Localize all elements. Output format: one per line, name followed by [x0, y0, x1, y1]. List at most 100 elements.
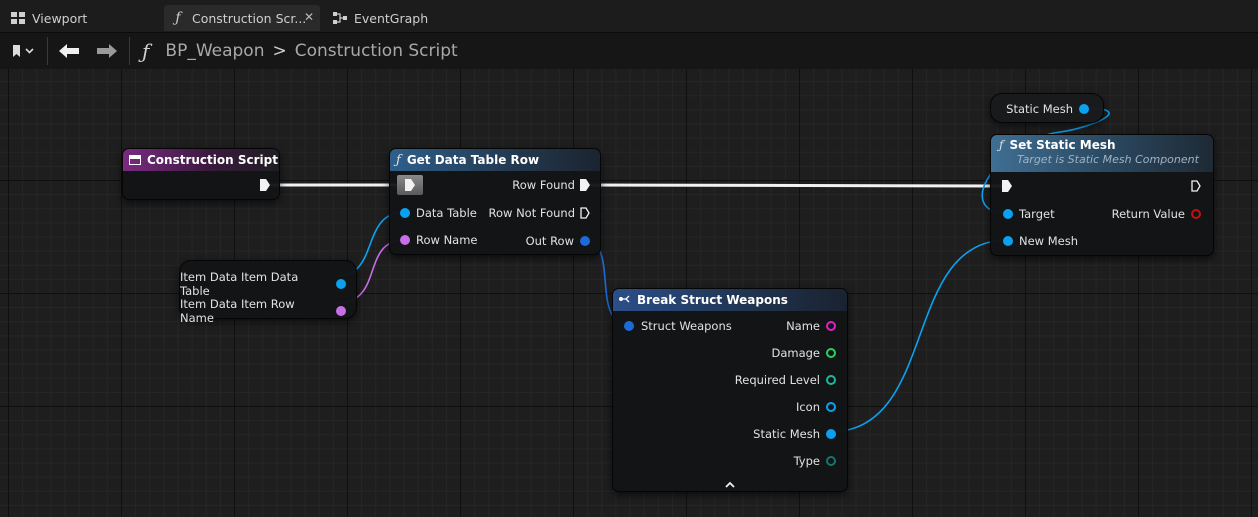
pin-label: Type — [793, 454, 820, 468]
return-value-pin[interactable]: Return Value — [1112, 207, 1201, 221]
exec-in-pin[interactable] — [397, 175, 423, 195]
node-subtitle: Target is Static Mesh Component — [1017, 153, 1199, 166]
item-data-table-pin[interactable]: Item Data Item Data Table — [180, 270, 346, 298]
pin-label: Required Level — [734, 373, 820, 387]
pin-label: Return Value — [1111, 207, 1185, 221]
type-pin-dot — [826, 456, 836, 466]
pin-label: Static Mesh — [1006, 102, 1073, 116]
node-title: Set Static Mesh — [1009, 138, 1116, 152]
item-row-name-pin-dot — [336, 306, 346, 316]
new-mesh-pin[interactable]: New Mesh — [1003, 234, 1078, 248]
node-header: Break Struct Weapons — [613, 289, 847, 311]
pin-label: Damage — [771, 346, 820, 360]
static-mesh-var-pin[interactable]: Static Mesh — [1006, 102, 1089, 116]
pin-label: Name — [786, 319, 820, 333]
construction-script-node[interactable]: Construction Script — [122, 148, 280, 200]
static-mesh-pin[interactable]: Static Mesh — [753, 427, 836, 441]
event-graph-icon — [332, 12, 348, 24]
breadcrumb-graph[interactable]: Construction Script — [295, 41, 458, 61]
bookmark-icon — [13, 45, 34, 57]
type-pin[interactable]: Type — [794, 454, 836, 468]
forward-button[interactable] — [92, 38, 122, 64]
target-pin-dot — [1003, 209, 1013, 219]
forward-arrow-icon — [97, 44, 117, 58]
toolbar-divider-2 — [129, 37, 130, 65]
get-data-table-row-node[interactable]: ƒ Get Data Table Row Data Table Row Name… — [389, 148, 601, 255]
function-icon: ƒ — [396, 152, 401, 168]
pin-label: Static Mesh — [753, 427, 820, 441]
tab-eventgraph[interactable]: EventGraph — [326, 5, 476, 31]
pin-label: Item Data Item Data Table — [180, 270, 299, 298]
close-tab-icon[interactable]: ✕ — [304, 10, 314, 24]
data-table-pin-dot — [400, 208, 410, 218]
collapse-chevron-icon[interactable] — [723, 475, 739, 488]
item-data-table-pin-dot — [336, 279, 346, 289]
exec-in-pin[interactable] — [1002, 180, 1012, 192]
pin-label: Item Data Item Row Name — [180, 297, 295, 325]
data-table-pin[interactable]: Data Table — [400, 206, 477, 220]
tab-viewport[interactable]: Viewport — [4, 5, 154, 31]
out-row-pin-dot — [580, 236, 590, 246]
pin-label: Icon — [795, 400, 820, 414]
function-icon: ƒ — [142, 39, 150, 63]
pin-label: New Mesh — [1019, 234, 1079, 248]
node-header: ƒ Get Data Table Row — [390, 149, 600, 171]
break-struct-weapons-node[interactable]: Break Struct Weapons Struct Weapons Name… — [612, 288, 848, 492]
required-level-pin[interactable]: Required Level — [735, 373, 836, 387]
breadcrumb-separator: > — [272, 41, 287, 61]
viewport-icon — [10, 12, 26, 24]
pin-label: Target — [1019, 207, 1055, 221]
pin-label: Data Table — [416, 206, 477, 220]
pin-label: Row Name — [416, 233, 478, 247]
damage-pin-dot — [826, 348, 836, 358]
function-icon: ƒ — [175, 10, 181, 26]
tab-construction-script-label: Construction Scr... — [192, 10, 307, 26]
item-row-name-pin[interactable]: Item Data Item Row Name — [180, 297, 346, 325]
required-level-pin-dot — [826, 375, 836, 385]
event-icon — [129, 155, 141, 165]
out-row-pin[interactable]: Out Row — [526, 234, 590, 248]
graph-toolbar: ƒ BP_Weapon > Construction Script — [0, 33, 1258, 69]
struct-weapons-pin[interactable]: Struct Weapons — [624, 319, 732, 333]
return-value-pin-dot — [1191, 209, 1201, 219]
toolbar-divider — [47, 37, 48, 65]
target-pin[interactable]: Target — [1003, 207, 1055, 221]
breadcrumb-blueprint[interactable]: BP_Weapon — [165, 41, 264, 61]
damage-pin[interactable]: Damage — [771, 346, 836, 360]
name-pin[interactable]: Name — [786, 319, 836, 333]
icon-pin[interactable]: Icon — [796, 400, 836, 414]
set-static-mesh-node[interactable]: ƒ Set Static Mesh Target is Static Mesh … — [990, 134, 1214, 256]
tab-viewport-label: Viewport — [32, 10, 88, 26]
back-button[interactable] — [54, 38, 84, 64]
row-found-pin[interactable]: Row Found — [512, 178, 590, 192]
static-mesh-var-pin-dot — [1079, 104, 1089, 114]
node-title: Construction Script — [147, 153, 278, 167]
document-tab-bar: Viewport ƒ Construction Scr... ✕ EventGr… — [0, 0, 1258, 33]
exec-out-pin[interactable] — [1191, 180, 1201, 192]
exec-pin-icon — [580, 207, 590, 219]
exec-out-pin[interactable] — [260, 179, 270, 191]
row-name-pin-dot — [400, 235, 410, 245]
icon-pin-dot — [826, 402, 836, 412]
node-title: Get Data Table Row — [406, 153, 540, 167]
node-header: Construction Script — [123, 149, 279, 171]
struct-weapons-pin-dot — [624, 321, 634, 331]
back-arrow-icon — [59, 44, 79, 58]
function-icon: ƒ — [999, 138, 1004, 152]
exec-pin-icon — [580, 179, 590, 191]
new-mesh-pin-dot — [1003, 236, 1013, 246]
row-not-found-pin[interactable]: Row Not Found — [489, 206, 591, 220]
pin-label: Struct Weapons — [641, 319, 732, 333]
bookmark-button[interactable] — [6, 38, 42, 64]
pin-label: Out Row — [525, 234, 574, 248]
name-pin-dot — [826, 321, 836, 331]
item-data-getter-node[interactable]: Item Data Item Data Table Item Data Item… — [179, 260, 357, 325]
node-header: ƒ Set Static Mesh Target is Static Mesh … — [991, 135, 1213, 172]
row-name-pin[interactable]: Row Name — [400, 233, 478, 247]
tab-eventgraph-label: EventGraph — [354, 10, 429, 26]
tab-construction-script[interactable]: ƒ Construction Scr... ✕ — [164, 5, 320, 31]
pin-label: Row Not Found — [488, 206, 576, 220]
break-struct-icon — [619, 293, 631, 307]
pin-label: Row Found — [512, 178, 575, 192]
static-mesh-variable-node[interactable]: Static Mesh — [990, 93, 1104, 123]
